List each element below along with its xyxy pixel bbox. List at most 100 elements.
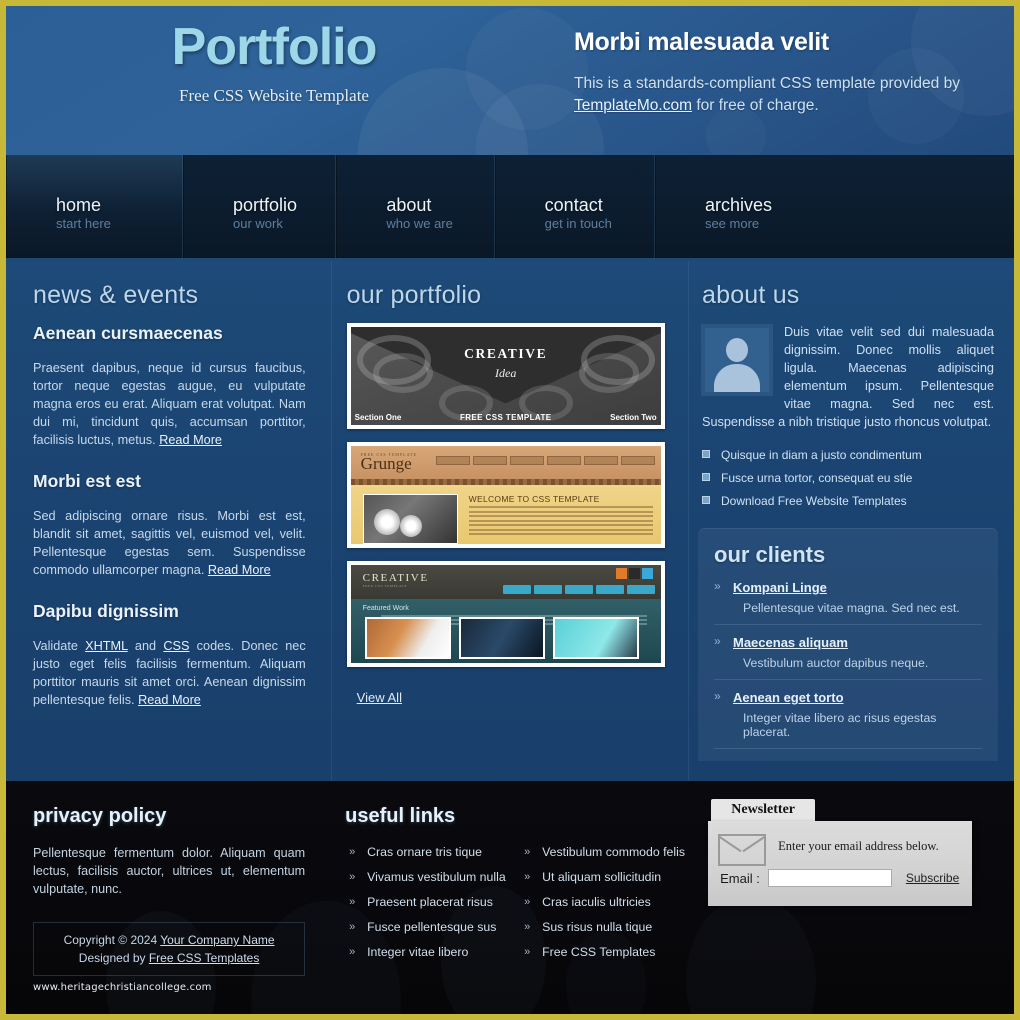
subscribe-button[interactable]: Subscribe <box>906 871 959 885</box>
article-body: Praesent dapibus, neque id cursus faucib… <box>33 359 306 449</box>
flower-shape <box>399 515 422 537</box>
list-item[interactable]: » Fusce pellentesque sus <box>345 919 520 944</box>
read-more-link[interactable]: Read More <box>138 693 201 707</box>
thumb-featured-text: Featured Work <box>362 605 409 612</box>
our-clients-box: our clients » Kompani Linge Pellentesque… <box>698 528 998 761</box>
portfolio-thumb-grunge[interactable]: FREE CSS TEMPLATE Grunge WELCOME TO CSS T… <box>346 442 665 548</box>
link-label: Free CSS Templates <box>542 945 656 959</box>
link-label: Cras iaculis ultricies <box>542 895 651 909</box>
header-intro: Morbi malesuada velit This is a standard… <box>574 28 1004 117</box>
useful-links-col-1: » Cras ornare tris tique » Vivamus vestibu… <box>345 844 520 969</box>
mininav-item <box>595 585 624 594</box>
brand-block[interactable]: Portfolio Free CSS Website Template <box>54 18 494 106</box>
news-events-heading: news & events <box>33 281 199 309</box>
square-bullet-icon <box>702 450 710 458</box>
mininav-item <box>583 456 618 465</box>
twitter-icon <box>641 568 653 579</box>
mininav-item <box>546 456 581 465</box>
chevron-right-icon: » <box>349 896 356 908</box>
article-body: Sed adipiscing ornare risus. Morbi est e… <box>33 507 306 579</box>
list-item[interactable]: » Cras ornare tris tique <box>345 844 520 869</box>
link-label: Sus risus nulla tique <box>542 920 653 934</box>
article-text: Validate <box>33 639 86 653</box>
news-article: Aenean cursmaecenas Praesent dapibus, ne… <box>33 323 306 449</box>
about-column: about us Duis vitae velit sed dui malesu… <box>689 261 1014 781</box>
thumb-footer-center: FREE CSS TEMPLATE <box>459 413 552 422</box>
site-title: Portfolio <box>171 18 378 76</box>
nav-label: archives <box>704 195 772 215</box>
list-item[interactable]: » Sus risus nulla tique <box>520 919 695 944</box>
portfolio-column: our portfolio CREATIVE Idea Section One … <box>330 261 689 781</box>
about-us-list: Quisque in diam a justo condimentum Fusc… <box>702 447 994 516</box>
list-item[interactable]: » Vivamus vestibulum nulla <box>345 869 520 894</box>
chevron-right-icon: » <box>524 846 531 858</box>
avatar <box>702 325 772 395</box>
list-item[interactable]: » Integer vitae libero <box>345 944 520 969</box>
client-link[interactable]: Aenean eget torto <box>733 690 844 705</box>
chevron-right-icon: » <box>714 579 721 593</box>
text-line <box>468 515 653 517</box>
article-title: Morbi est est <box>33 471 141 491</box>
newsletter-column: Newsletter Enter your email address belo… <box>695 781 1014 1014</box>
text-line <box>468 533 653 535</box>
list-item[interactable]: » Ut aliquam sollicitudin <box>520 869 695 894</box>
chevron-right-icon: » <box>349 921 356 933</box>
header-heading: Morbi malesuada velit <box>574 28 829 56</box>
main-navigation: home start here portfolio our work about… <box>6 155 1014 261</box>
thumb-screenshots <box>364 617 639 659</box>
list-item[interactable]: » Free CSS Templates <box>520 944 695 969</box>
xhtml-link[interactable]: XHTML <box>85 639 128 653</box>
portfolio-thumb-creative-idea[interactable]: CREATIVE Idea Section One FREE CSS TEMPL… <box>346 323 665 429</box>
header-desc-part-1: This is a standards-compliant CSS templa… <box>574 75 960 92</box>
link-label: Cras ornare tris tique <box>367 845 482 859</box>
free-css-templates-link[interactable]: Free CSS Templates <box>149 951 260 965</box>
list-item[interactable]: » Cras iaculis ultricies <box>520 894 695 919</box>
chevron-right-icon: » <box>524 946 531 958</box>
article-title: Aenean cursmaecenas <box>33 323 223 343</box>
article-body: Validate XHTML and CSS codes. Donec nec … <box>33 637 306 709</box>
nav-item-contact[interactable]: contact get in touch <box>494 155 655 258</box>
copyright-prefix: Copyright © 2024 <box>63 933 161 947</box>
css-link[interactable]: CSS <box>163 639 189 653</box>
list-item[interactable]: Quisque in diam a justo condimentum <box>702 447 994 470</box>
chevron-right-icon: » <box>714 634 721 648</box>
nav-item-about[interactable]: about who we are <box>336 155 495 258</box>
thumb-logo-text: CREATIVE <box>362 572 429 584</box>
mininav-item <box>626 585 655 594</box>
portfolio-thumb-creative-teal[interactable]: CREATIVE FREE CSS TEMPLATE Featured Work <box>346 561 665 667</box>
header-description: This is a standards-compliant CSS templa… <box>574 73 1004 117</box>
mininav-item <box>472 456 507 465</box>
thumb-logo: CREATIVE FREE CSS TEMPLATE <box>363 572 429 588</box>
text-line <box>468 510 653 513</box>
nav-item-home[interactable]: home start here <box>6 155 183 258</box>
list-item[interactable]: Download Free Website Templates <box>702 493 994 516</box>
list-item[interactable]: » Praesent placerat risus <box>345 894 520 919</box>
client-link[interactable]: Kompani Linge <box>733 580 827 595</box>
read-more-link[interactable]: Read More <box>159 433 222 447</box>
client-description: Integer vitae libero ac risus egestas pl… <box>743 711 937 739</box>
chevron-right-icon: » <box>349 846 356 858</box>
client-link[interactable]: Maecenas aliquam <box>733 635 848 650</box>
list-item[interactable]: Fusce urna tortor, consequat eu stie <box>702 470 994 493</box>
useful-links-grid: » Cras ornare tris tique » Vivamus vestibu… <box>345 844 695 969</box>
nav-item-archives[interactable]: archives see more <box>654 155 1014 258</box>
list-item[interactable]: » Vestibulum commodo felis <box>520 844 695 869</box>
templatemo-link[interactable]: TemplateMo.com <box>574 97 692 114</box>
nav-label: portfolio <box>233 195 298 215</box>
text-line <box>468 519 653 522</box>
thumb-mininav <box>502 585 655 594</box>
view-all-link[interactable]: View All <box>357 690 402 705</box>
thumb-logo-small: FREE CSS TEMPLATE <box>362 584 408 588</box>
read-more-link[interactable]: Read More <box>208 563 271 577</box>
link-label: Ut aliquam sollicitudin <box>542 870 662 884</box>
company-name-link[interactable]: Your Company Name <box>160 933 274 947</box>
privacy-policy-heading: privacy policy <box>33 805 167 827</box>
our-clients-heading: our clients <box>714 542 826 567</box>
text-line <box>468 524 653 526</box>
nav-item-portfolio[interactable]: portfolio our work <box>183 155 337 258</box>
chevron-right-icon: » <box>524 871 531 883</box>
email-field[interactable] <box>767 869 892 887</box>
mininav-item <box>564 585 593 594</box>
nav-label: home <box>56 195 102 215</box>
mininav-item <box>533 585 562 594</box>
